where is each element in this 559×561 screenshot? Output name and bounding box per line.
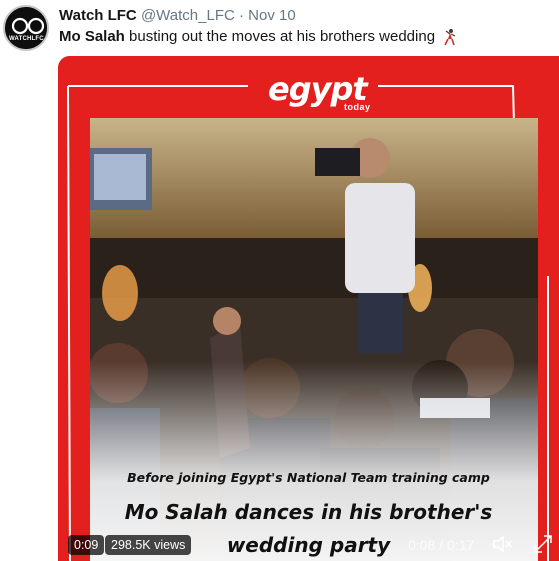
author-name[interactable]: Watch LFC (59, 7, 137, 24)
caption-line-1: Mo Salah dances in his brother's (124, 500, 493, 524)
view-count: 298.5K views (105, 535, 192, 555)
tweet-date[interactable]: Nov 10 (248, 7, 296, 24)
dancer-emoji-icon (444, 29, 456, 46)
progress-readout: 0:08 / 0:17 (408, 537, 475, 553)
video-player[interactable]: egypt today Before joining Egypt's Natio… (58, 56, 559, 561)
caption-top: Before joining Egypt's National Team tra… (127, 470, 490, 485)
tweet-text-bold: Mo Salah (59, 28, 125, 45)
separator: · (239, 7, 244, 24)
tweet[interactable]: WATCHLFC Watch LFC @Watch_LFC · Nov 10 M… (0, 0, 559, 561)
video-frame-scene (90, 118, 538, 561)
brand-logo-sub: today (344, 102, 371, 112)
expand-icon[interactable] (532, 533, 554, 555)
tweet-text-body: busting out the moves at his brothers we… (124, 28, 436, 45)
author-handle[interactable]: @Watch_LFC (141, 7, 235, 24)
tweet-header: Watch LFC @Watch_LFC · Nov 10 (59, 7, 296, 25)
avatar[interactable]: WATCHLFC (3, 5, 49, 51)
speaker-mute-icon[interactable] (491, 533, 513, 555)
avatar-text: WATCHLFC (9, 36, 44, 42)
tweet-text: Mo Salah busting out the moves at his br… (59, 28, 457, 46)
elapsed-time: 0:09 (68, 535, 105, 555)
